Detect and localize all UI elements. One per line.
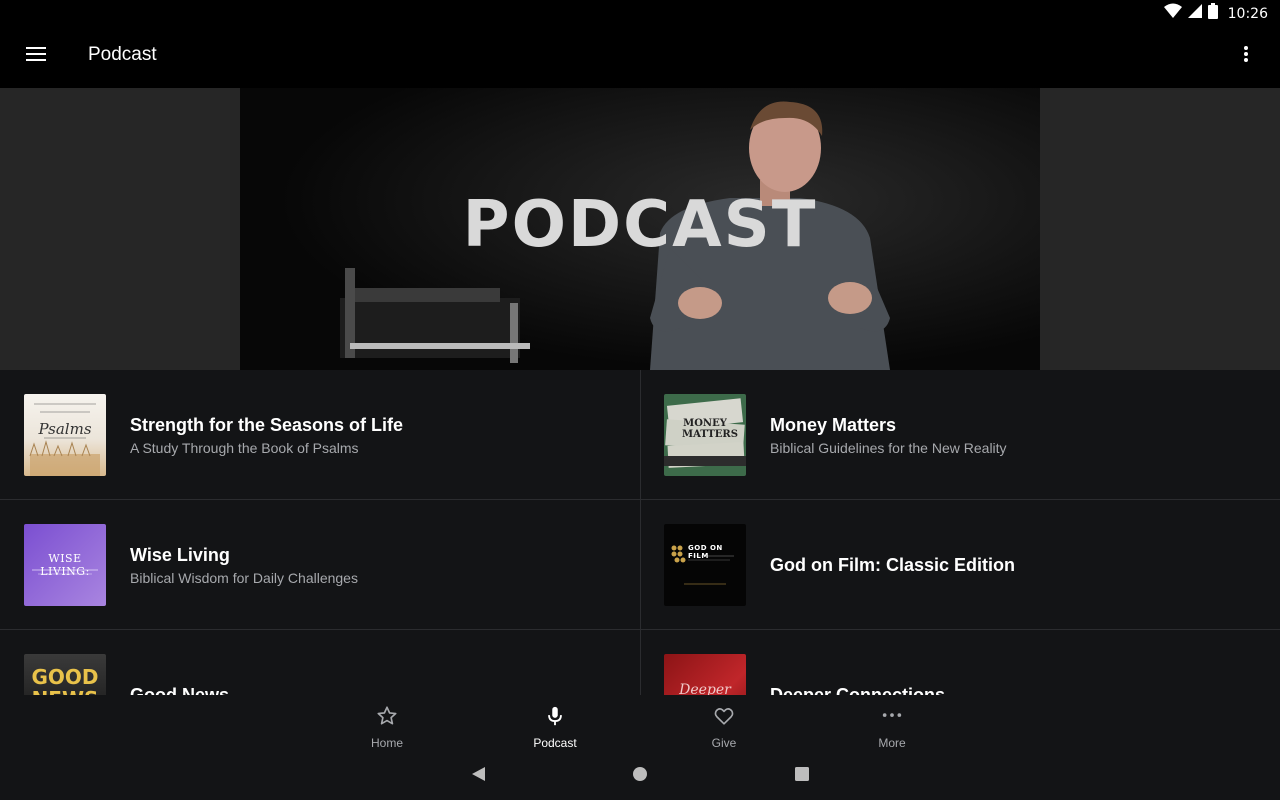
nav-label: More [878,736,906,750]
podcast-thumbnail: MONEY MATTERS [664,394,746,476]
podcast-text: Strength for the Seasons of Life A Study… [130,370,403,500]
overflow-menu-button[interactable] [1228,36,1264,76]
podcast-subtitle: Biblical Guidelines for the New Reality [770,439,1007,456]
recents-square-icon [794,766,810,787]
more-vertical-icon [1244,45,1248,67]
podcast-thumbnail: Deeper [664,654,746,695]
podcast-thumbnail: GOD ON FILM [664,524,746,606]
podcast-title: Wise Living [130,544,230,565]
system-back-button[interactable] [466,764,490,788]
system-navigation-bar [0,752,1280,800]
status-bar: 10:26 [0,0,1280,24]
system-home-button[interactable] [628,764,652,788]
podcast-thumbnail: GOOD NEWS [24,654,106,695]
thumbnail-text: GOD ON FILM [688,544,723,560]
podcast-item-money-matters[interactable]: MONEY MATTERS Money Matters Biblical Gui… [640,370,1280,500]
star-icon [376,705,398,732]
podcast-thumbnail: Psalms [24,394,106,476]
podcast-item-wise-living[interactable]: WISE LIVING: Wise Living Biblical Wisdom… [0,500,640,630]
hamburger-menu-icon [26,46,46,67]
hero-image: PODCAST [240,88,1040,370]
status-icons: 10:26 [1163,3,1268,24]
system-recents-button[interactable] [790,764,814,788]
podcast-text: Wise Living Biblical Wisdom for Daily Ch… [130,500,358,630]
cell-signal-icon [1187,4,1202,23]
nav-give[interactable]: Give [664,695,784,752]
podcast-item-good-news[interactable]: GOOD NEWS Good News [0,630,640,695]
podcast-item-strength-seasons[interactable]: Psalms Strength for the Seasons of Life … [0,370,640,500]
nav-label: Home [370,736,403,750]
podcast-subtitle: A Study Through the Book of Psalms [130,439,359,456]
nav-podcast[interactable]: Podcast [495,695,615,752]
thumbnail-text: WISE LIVING: [40,552,90,578]
podcast-title: Money Matters [770,414,897,435]
hero-title: PODCAST [462,188,818,262]
thumbnail-text: Deeper [679,682,731,695]
microphone-icon [544,705,566,732]
podcast-thumbnail: WISE LIVING: [24,524,106,606]
podcast-title: Deeper Connections [770,684,946,696]
nav-label: Give [711,736,737,750]
more-horizontal-icon [881,705,903,732]
thumbnail-text: GOOD NEWS [31,665,99,695]
thumbnail-text: MONEY MATTERS [682,418,738,440]
hero-banner: PODCAST [0,88,1280,370]
podcast-subtitle: Biblical Wisdom for Daily Challenges [130,569,358,586]
podcast-text: God on Film: Classic Edition [770,500,1015,630]
podcast-list: Psalms Strength for the Seasons of Life … [0,370,1280,695]
battery-icon [1207,3,1218,24]
podcast-title: God on Film: Classic Edition [770,554,1016,575]
podcast-title: Good News [130,684,230,696]
podcast-text: Good News [130,630,230,696]
podcast-text: Deeper Connections [770,630,946,696]
podcast-item-god-on-film[interactable]: GOD ON FILM God on Film: Classic Edition [640,500,1280,630]
podcast-title: Strength for the Seasons of Life [130,414,404,435]
status-time: 10:26 [1227,5,1268,22]
podcast-item-deeper-connections[interactable]: Deeper Deeper Connections [640,630,1280,695]
podcast-text: Money Matters Biblical Guidelines for th… [770,370,1007,500]
page-title: Podcast [88,44,157,65]
heart-icon [713,705,735,732]
app-bar: Podcast [0,24,1280,88]
nav-more[interactable]: More [832,695,952,752]
home-circle-icon [632,766,648,787]
nav-label: Podcast [533,736,577,750]
thumbnail-text: Psalms [38,420,92,438]
menu-button[interactable] [16,36,56,76]
nav-home[interactable]: Home [327,695,447,752]
wifi-icon [1163,3,1182,24]
back-triangle-icon [470,766,486,787]
bottom-navigation: Home Podcast Give More [0,695,1280,752]
